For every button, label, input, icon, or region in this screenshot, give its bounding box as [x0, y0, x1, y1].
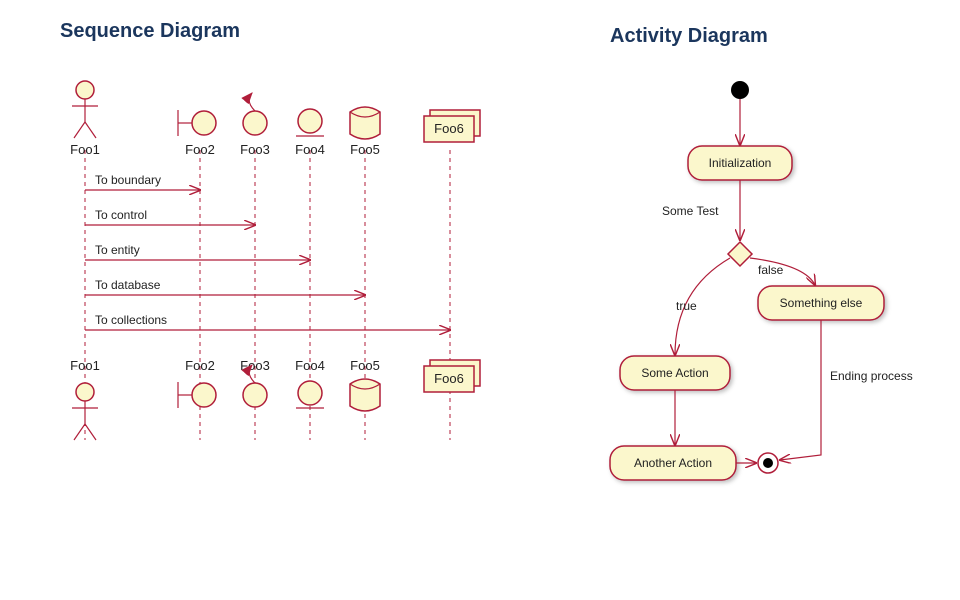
participant-database — [350, 107, 380, 139]
edge-arrow — [780, 320, 821, 460]
activity-diagram: Initialization Some Test true false Some… — [580, 60, 950, 580]
decision-node — [728, 242, 752, 266]
participant-boundary — [178, 110, 216, 136]
participant-label: Foo5 — [350, 142, 380, 157]
end-node — [758, 453, 778, 473]
svg-text:Foo6: Foo6 — [434, 371, 464, 386]
svg-text:To database: To database — [95, 278, 161, 292]
participant-label: Foo1 — [70, 358, 100, 373]
message-arrow: To entity — [85, 243, 310, 260]
sequence-diagram: Foo1 Foo2 Foo3 Foo4 Foo5 Foo6 To boundar… — [30, 70, 590, 570]
participant-actor — [72, 81, 98, 138]
participant-label: Foo2 — [185, 142, 215, 157]
participant-database — [350, 379, 380, 411]
svg-text:Foo6: Foo6 — [434, 121, 464, 136]
message-arrow: To boundary — [85, 173, 200, 190]
activity-diagram-title: Activity Diagram — [610, 25, 768, 48]
action-label: Another Action — [634, 456, 712, 470]
action-label: Some Action — [641, 366, 708, 380]
participant-label: Foo2 — [185, 358, 215, 373]
participant-collections: Foo6 — [424, 110, 480, 142]
participant-boundary — [178, 382, 216, 408]
svg-text:To entity: To entity — [95, 243, 140, 257]
message-arrow: To control — [85, 208, 255, 225]
message-arrow: To database — [85, 278, 365, 295]
participant-label: Foo1 — [70, 142, 100, 157]
edge-label: true — [676, 299, 697, 313]
action-label: Initialization — [709, 156, 772, 170]
participant-label: Foo5 — [350, 358, 380, 373]
participant-entity — [296, 381, 324, 408]
participant-control — [243, 93, 267, 135]
svg-text:To boundary: To boundary — [95, 173, 161, 187]
participant-collections: Foo6 — [424, 360, 480, 392]
message-arrow: To collections — [85, 313, 450, 330]
svg-text:To control: To control — [95, 208, 147, 222]
action-label: Something else — [780, 296, 863, 310]
sequence-diagram-title: Sequence Diagram — [60, 20, 240, 43]
edge-label: false — [758, 263, 784, 277]
participant-entity — [296, 109, 324, 136]
edge-label: Some Test — [662, 204, 719, 218]
svg-text:To collections: To collections — [95, 313, 167, 327]
edge-label: Ending process — [830, 369, 913, 383]
start-node — [731, 81, 749, 99]
participant-label: Foo4 — [295, 358, 325, 373]
participant-label: Foo3 — [240, 358, 270, 373]
participant-label: Foo3 — [240, 142, 270, 157]
participant-label: Foo4 — [295, 142, 325, 157]
